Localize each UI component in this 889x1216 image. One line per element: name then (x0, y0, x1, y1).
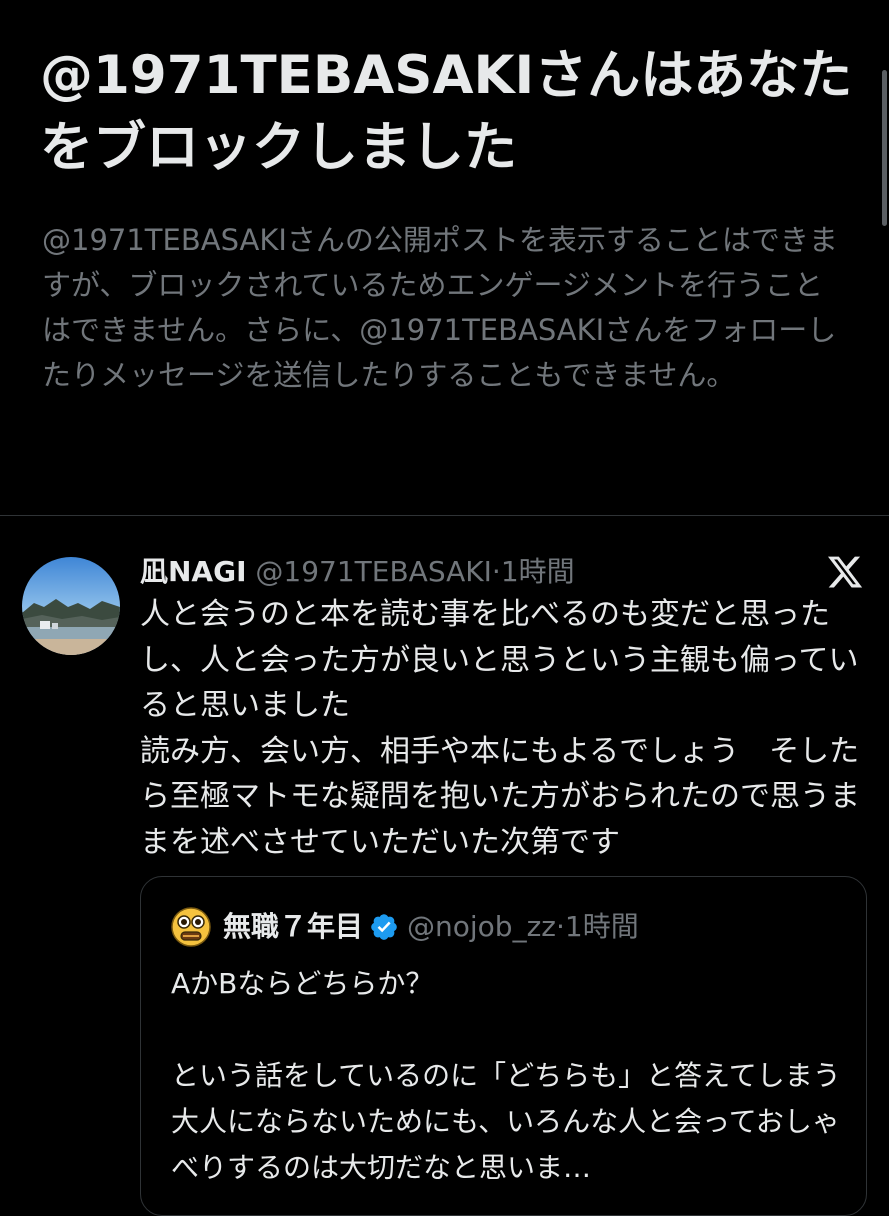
quoted-author-handle[interactable]: @nojob_zz (407, 905, 556, 949)
section-divider (0, 515, 889, 516)
quoted-post-text: AかBならどちらか？ という話をしているのに「どちらも」と答えてしまう大人になら… (171, 967, 841, 1184)
quoted-post-card[interactable]: 無職７年目 @nojob_zz · 1時間 AかBならどちらか？ という話をしている… (140, 876, 867, 1216)
tweet-meta-separator: · (491, 555, 501, 588)
block-notice-title: @1971TEBASAKIさんはあなたをブロックしました (40, 45, 853, 178)
tweet-author-name[interactable]: 凪NAGI (140, 555, 247, 588)
quoted-post-header: 無職７年目 @nojob_zz · 1時間 (171, 905, 639, 949)
verified-badge-icon (371, 914, 397, 940)
avatar-landscape-image (22, 557, 120, 655)
tweet-author-handle[interactable]: @1971TEBASAKI (255, 555, 491, 588)
quoted-author-name[interactable]: 無職７年目 (223, 905, 363, 949)
emoji-face-avatar-icon[interactable] (171, 907, 211, 947)
tweet-timestamp[interactable]: 1時間 (501, 555, 575, 588)
tweet-header: 凪NAGI @1971TEBASAKI·1時間 (140, 550, 830, 594)
tweet-body-text: 人と会うのと本を読む事を比べるのも変だと思ったし、人と会った方が良いと思うという… (140, 597, 860, 860)
scrollbar-thumb[interactable] (882, 70, 887, 226)
quoted-timestamp[interactable]: 1時間 (565, 905, 639, 949)
block-notice-description: @1971TEBASAKIさんの公開ポストを表示することはできますが、ブロックさ… (42, 223, 838, 392)
author-avatar[interactable] (22, 557, 120, 655)
quoted-meta-separator: · (555, 910, 565, 943)
x-logo-icon (827, 556, 863, 588)
